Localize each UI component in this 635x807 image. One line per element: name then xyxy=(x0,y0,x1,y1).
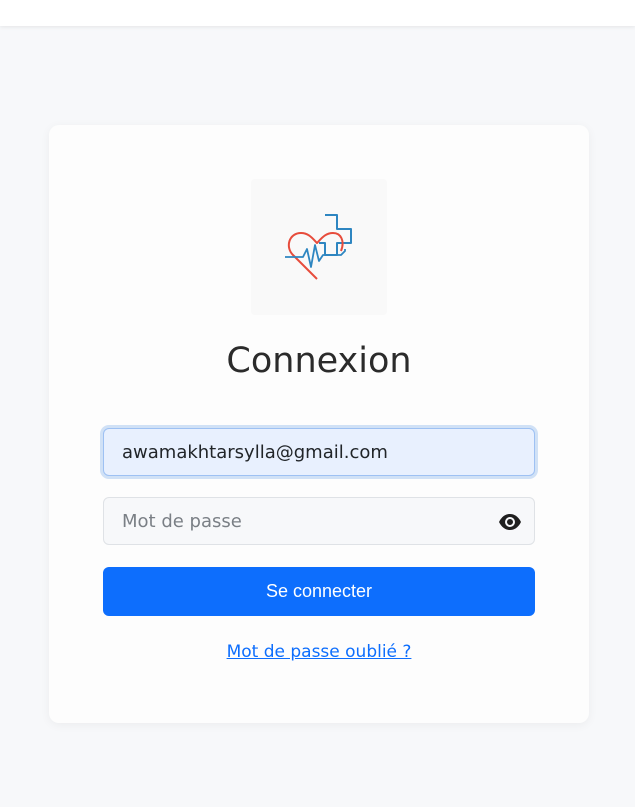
password-placeholder: Mot de passe xyxy=(122,510,242,532)
forgot-password-link[interactable]: Mot de passe oublié ? xyxy=(227,642,412,662)
eye-icon[interactable] xyxy=(498,512,522,532)
top-navbar xyxy=(0,0,635,26)
login-button[interactable]: Se connecter xyxy=(103,567,535,616)
email-value: awamakhtarsylla@gmail.com xyxy=(122,441,388,463)
login-card: Connexion awamakhtarsylla@gmail.com Mot … xyxy=(49,125,589,723)
forgot-password-container: Mot de passe oublié ? xyxy=(49,642,589,662)
app-logo xyxy=(251,179,387,315)
email-field[interactable]: awamakhtarsylla@gmail.com xyxy=(103,428,535,476)
page-title: Connexion xyxy=(226,341,412,381)
password-field[interactable]: Mot de passe xyxy=(103,497,535,545)
heart-medical-cross-icon xyxy=(285,214,352,280)
